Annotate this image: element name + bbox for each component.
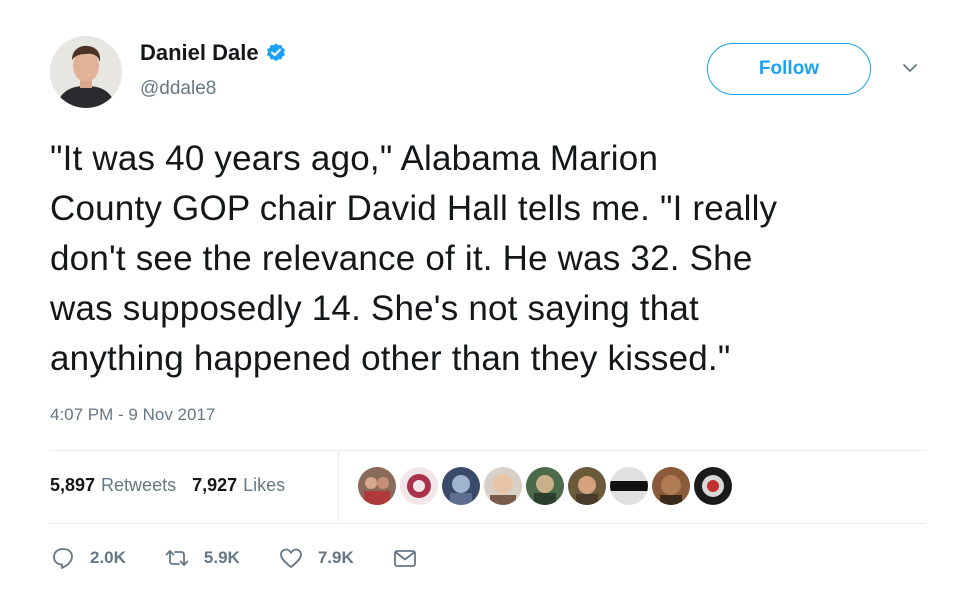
author-avatar[interactable] <box>50 36 122 108</box>
author-name-text: Daniel Dale <box>140 40 259 65</box>
likes-stat[interactable]: 7,927 Likes <box>192 475 285 496</box>
retweets-count: 5,897 <box>50 475 96 495</box>
tweet-actions: 2.0K 5.9K 7.9K <box>50 545 456 571</box>
likes-label: Likes <box>243 475 286 495</box>
tweet-stats: 5,897 Retweets 7,927 Likes <box>50 475 285 496</box>
liker-avatar[interactable] <box>484 467 522 505</box>
retweet-icon <box>165 550 189 566</box>
liker-avatar[interactable] <box>568 467 606 505</box>
divider <box>50 450 925 451</box>
liker-avatar[interactable] <box>610 467 648 505</box>
chevron-down-icon[interactable] <box>900 58 920 78</box>
stats-separator <box>338 451 339 523</box>
retweets-stat[interactable]: 5,897 Retweets <box>50 475 176 496</box>
reply-icon <box>53 548 73 569</box>
retweet-button[interactable]: 5.9K <box>164 545 240 571</box>
tweet-timestamp[interactable]: 4:07 PM - 9 Nov 2017 <box>50 405 215 425</box>
heart-icon <box>279 548 302 568</box>
avatar-image <box>50 36 122 108</box>
liker-avatars <box>358 467 732 505</box>
divider <box>50 523 925 524</box>
reply-count: 2.0K <box>90 548 126 567</box>
liker-avatar[interactable] <box>400 467 438 505</box>
author-name[interactable]: Daniel Dale <box>140 40 287 66</box>
tweet-text: "It was 40 years ago," Alabama Marion Co… <box>50 139 778 378</box>
like-button[interactable]: 7.9K <box>278 545 354 571</box>
like-count: 7.9K <box>317 548 354 567</box>
envelope-icon <box>393 550 416 567</box>
author-handle[interactable]: @ddale8 <box>140 78 216 100</box>
direct-message-button[interactable] <box>392 545 418 571</box>
liker-avatar[interactable] <box>358 467 396 505</box>
verified-badge-icon <box>266 43 285 62</box>
liker-avatar[interactable] <box>442 467 480 505</box>
liker-avatar[interactable] <box>652 467 690 505</box>
follow-button[interactable]: Follow <box>707 43 871 95</box>
liker-avatar[interactable] <box>694 467 732 505</box>
likes-count: 7,927 <box>192 475 238 495</box>
retweets-label: Retweets <box>101 475 177 495</box>
retweet-count: 5.9K <box>203 548 240 567</box>
liker-avatar[interactable] <box>526 467 564 505</box>
reply-button[interactable]: 2.0K <box>50 545 126 571</box>
